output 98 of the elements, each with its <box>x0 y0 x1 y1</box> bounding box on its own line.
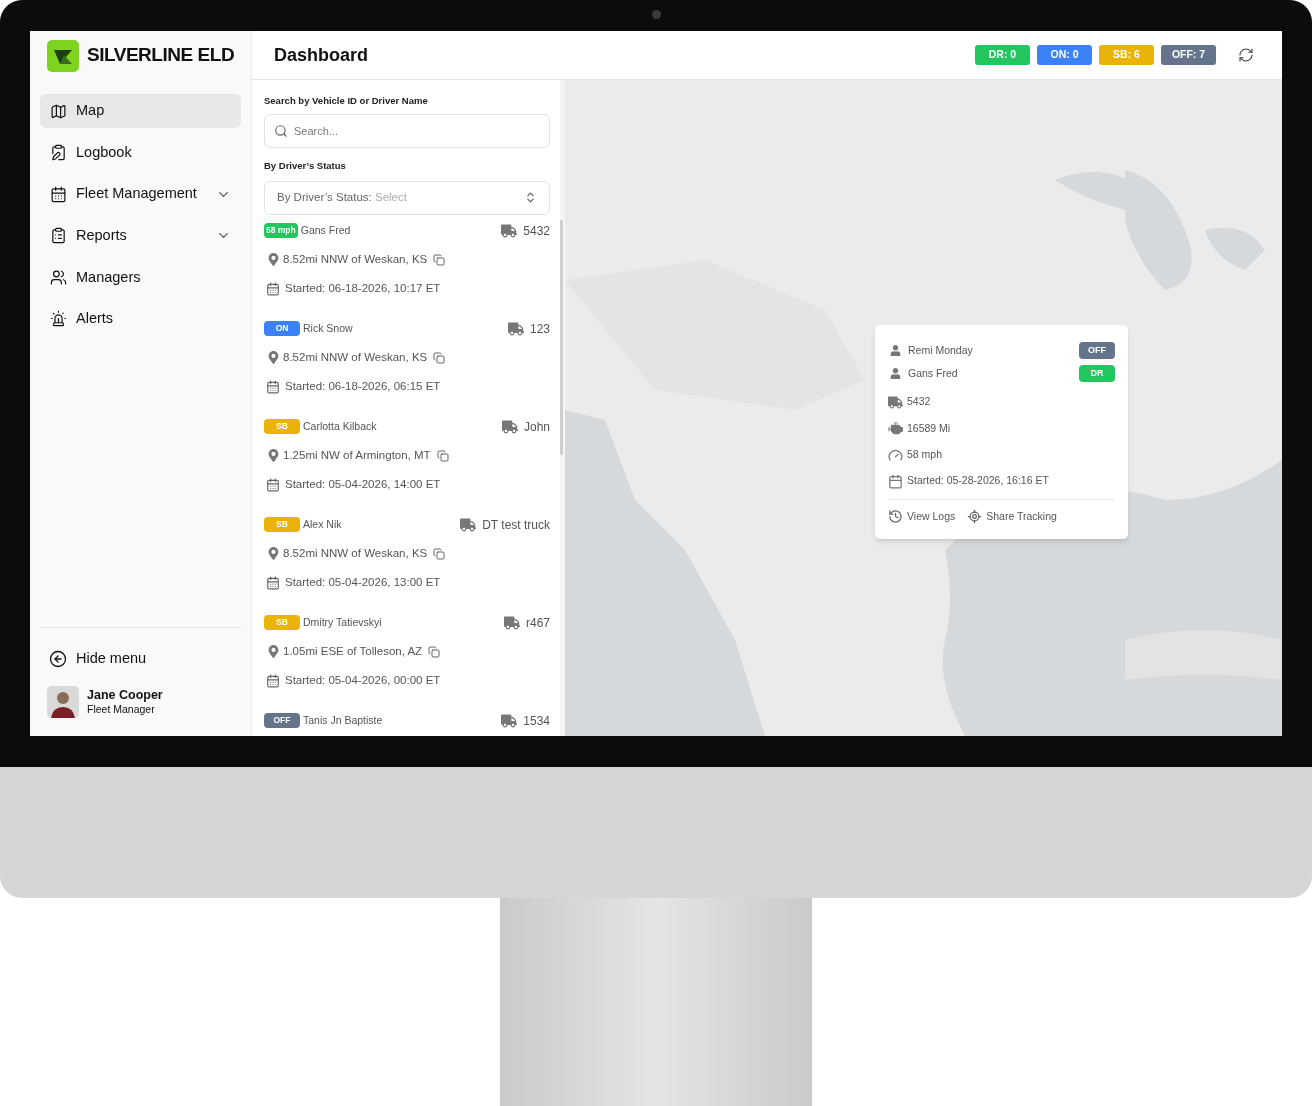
status-badge: 58 mph <box>264 223 298 238</box>
driver-name: Dmitry Tatievskyi <box>303 614 383 630</box>
location-text: 1.05mi ESE of Tolleson, AZ <box>283 643 423 659</box>
truck-icon <box>501 222 518 239</box>
vehicle-id: 5432 <box>907 394 931 410</box>
user-name: Jane Cooper <box>87 687 163 704</box>
start-time: Started: 05-28-2026, 16:16 ET <box>907 473 1049 489</box>
driver-name: Carlotta Kilback <box>303 418 378 434</box>
truck-icon <box>503 614 520 631</box>
truck-icon <box>507 320 524 337</box>
status-badge: OFF <box>1079 342 1115 359</box>
location-text: 8.52mi NNW of Weskan, KS <box>283 251 428 267</box>
driver-name: Gans Fred <box>300 222 352 238</box>
avatar <box>47 686 79 718</box>
gauge-icon <box>888 447 903 463</box>
user-icon <box>890 345 901 356</box>
vehicle-id: r467 <box>525 614 550 632</box>
clipboard-list-icon <box>50 227 67 245</box>
view-logs-link[interactable]: View Logs <box>888 509 956 525</box>
location-target-icon <box>967 509 983 525</box>
chevron-updown-icon <box>524 191 537 204</box>
nav-item[interactable]: Logbook <box>40 135 241 170</box>
scrollbar-thumb[interactable] <box>560 220 563 455</box>
start-time: Started: 05-04-2026, 14:00 ET <box>285 476 441 492</box>
calendar-icon <box>50 185 67 203</box>
nav-item[interactable]: Fleet Management <box>40 177 241 212</box>
user-icon <box>890 368 901 379</box>
driver-name: Remi Monday <box>908 342 974 358</box>
start-time: Started: 06-18-2026, 10:17 ET <box>285 280 441 296</box>
camera-icon <box>651 10 661 19</box>
truck-icon <box>501 712 518 729</box>
odometer-reading: 16589 Mi <box>907 420 951 436</box>
location-text: 8.52mi NNW of Weskan, KS <box>283 349 428 365</box>
truck-icon <box>888 394 903 410</box>
nav-item[interactable]: Map <box>40 94 241 128</box>
start-time: Started: 05-04-2026, 13:00 ET <box>285 574 441 590</box>
vehicle-id: 5432 <box>523 222 550 240</box>
location-pin-icon <box>267 449 280 462</box>
calendar-icon <box>266 477 280 492</box>
calendar-icon <box>266 575 280 590</box>
driver-name: Tanis Jn Baptiste <box>303 712 384 728</box>
history-icon <box>888 509 903 525</box>
truck-icon <box>501 418 518 435</box>
driver-name: Rick Snow <box>303 320 354 336</box>
truck-icon <box>460 516 477 533</box>
status-badge: SB <box>264 419 300 434</box>
driver-name: Gans Fred <box>908 365 959 381</box>
location-pin-icon <box>267 351 280 364</box>
copy-icon[interactable] <box>433 547 446 560</box>
copy-icon[interactable] <box>428 645 441 658</box>
copy-icon[interactable] <box>433 351 446 364</box>
user-role: Fleet Manager <box>87 703 156 717</box>
calendar-icon <box>266 379 280 394</box>
vehicle-id: 1534 <box>523 712 550 730</box>
field-label: By Driver’s Status <box>264 159 347 174</box>
status-count[interactable]: OFF: 7 <box>1161 45 1216 65</box>
location-pin-icon <box>267 645 280 658</box>
brand-name: SILVERLINE ELD <box>87 43 235 68</box>
status-select[interactable]: By Driver’s Status: Select <box>264 180 550 215</box>
calendar-icon <box>888 473 903 489</box>
status-count[interactable]: ON: 0 <box>1037 45 1092 65</box>
location-text: 1.25mi NW of Armington, MT <box>283 447 431 463</box>
calendar-icon <box>266 673 280 688</box>
speed-reading: 58 mph <box>907 447 943 463</box>
driver-name: Alex Nik <box>303 516 343 532</box>
status-badge: OFF <box>264 713 300 728</box>
status-badge: ON <box>264 321 300 336</box>
vehicle-id: John <box>523 418 550 436</box>
arrow-left-icon <box>49 650 67 668</box>
location-pin-icon <box>267 253 280 266</box>
vehicle-id: 123 <box>529 320 550 338</box>
refresh-icon[interactable] <box>1238 47 1254 63</box>
status-badge: SB <box>264 615 300 630</box>
start-time: Started: 06-18-2026, 06:15 ET <box>285 378 441 394</box>
nav-item[interactable]: Reports <box>40 218 241 253</box>
page-title: Dashboard <box>274 43 370 67</box>
calendar-icon <box>266 281 280 296</box>
hide-menu-button[interactable]: Hide menu <box>40 646 241 672</box>
users-icon <box>50 268 67 286</box>
map-icon <box>50 102 67 120</box>
siren-icon <box>50 310 67 328</box>
search-icon <box>274 124 288 139</box>
nav-item[interactable]: Alerts <box>40 301 241 336</box>
location-pin-icon <box>267 547 280 560</box>
start-time: Started: 05-04-2026, 00:00 ET <box>285 672 441 688</box>
location-text: 8.52mi NNW of Weskan, KS <box>283 545 428 561</box>
copy-icon[interactable] <box>433 253 446 266</box>
logo-icon <box>47 39 79 72</box>
copy-icon[interactable] <box>436 449 449 462</box>
field-label: Search by Vehicle ID or Driver Name <box>264 94 429 108</box>
status-badge: DR <box>1079 365 1115 382</box>
clipboard-icon <box>50 144 67 162</box>
nav-item[interactable]: Managers <box>40 260 241 295</box>
vehicle-id: DT test truck <box>482 516 550 534</box>
engine-icon <box>888 421 903 436</box>
share-tracking-link[interactable]: Share Tracking <box>967 509 1057 525</box>
status-badge: SB <box>264 517 300 532</box>
search-field[interactable]: Search... <box>264 114 550 149</box>
